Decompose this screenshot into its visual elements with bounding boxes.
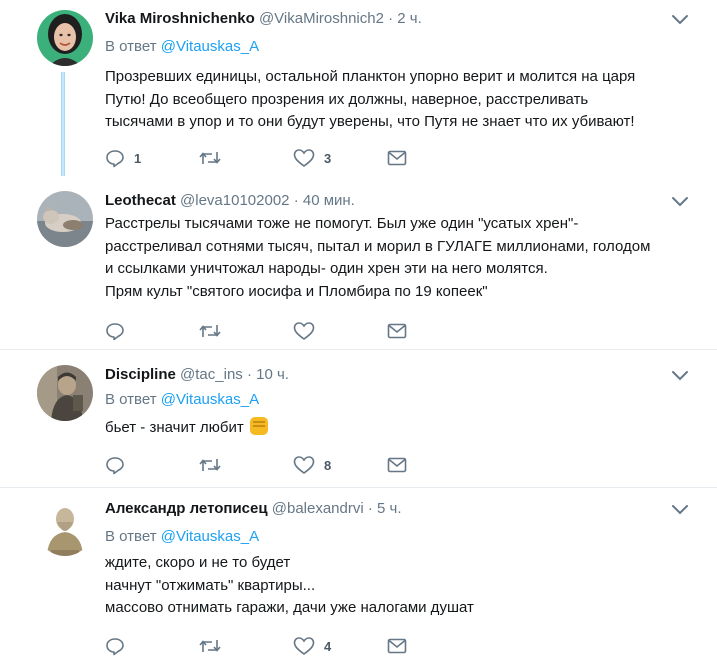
tweet[interactable]: Vika Miroshnichenko @VikaMiroshnich2 · 2… xyxy=(0,0,717,176)
direct-message-button[interactable] xyxy=(387,148,407,168)
envelope-icon xyxy=(387,323,407,339)
reply-prefix: В ответ xyxy=(105,391,157,408)
tweet-text: Прозревших единицы, остальной планктон у… xyxy=(105,66,635,134)
separator-dot: · xyxy=(388,10,394,27)
tweet-header: Александр летописец @balexandrvi · 5 ч. xyxy=(105,499,402,519)
tweet-actions xyxy=(105,321,425,341)
like-count: 3 xyxy=(324,150,332,166)
timestamp[interactable]: 2 ч. xyxy=(397,10,422,27)
username[interactable]: @balexandrvi xyxy=(272,500,364,517)
tweet-text-line: тысячами в упор и то они будут уверены, … xyxy=(105,113,635,130)
tweet-text: ждите, скоро и не то будет начнут "отжим… xyxy=(105,552,474,620)
retweet-button[interactable] xyxy=(199,455,230,475)
thread-line xyxy=(61,72,65,176)
retweet-button[interactable] xyxy=(199,148,230,168)
reply-mention-link[interactable]: @Vitauskas_A xyxy=(161,528,259,545)
reply-mention-link[interactable]: @Vitauskas_A xyxy=(161,38,259,55)
reply-button[interactable] xyxy=(105,636,134,656)
retweet-icon xyxy=(199,325,221,337)
tweet-header: Vika Miroshnichenko @VikaMiroshnich2 · 2… xyxy=(105,9,422,29)
fist-emoji-icon xyxy=(249,417,268,435)
username[interactable]: @tac_ins xyxy=(180,366,243,383)
like-button[interactable]: 8 xyxy=(293,455,331,475)
tweet-actions: 8 xyxy=(105,455,425,475)
like-count: 8 xyxy=(324,457,332,473)
reply-context: В ответ @Vitauskas_A xyxy=(105,390,259,410)
timestamp[interactable]: 40 мин. xyxy=(303,192,355,209)
display-name[interactable]: Vika Miroshnichenko xyxy=(105,10,255,27)
reply-mention-link[interactable]: @Vitauskas_A xyxy=(161,391,259,408)
separator-dot: · xyxy=(293,192,299,209)
retweet-icon xyxy=(199,152,221,164)
reply-button[interactable]: 1 xyxy=(105,148,141,168)
reply-count: 1 xyxy=(134,150,142,166)
separator-dot: · xyxy=(367,500,373,517)
display-name[interactable]: Discipline xyxy=(105,366,176,383)
retweet-button[interactable] xyxy=(199,321,230,341)
heart-icon xyxy=(293,456,315,474)
display-name[interactable]: Александр летописец xyxy=(105,500,268,517)
like-button[interactable] xyxy=(293,321,324,341)
display-name[interactable]: Leothecat xyxy=(105,192,176,209)
tweet-text-line: расстреливал сотнями тысяч, пытал и мори… xyxy=(105,237,651,255)
tweet-actions: 1 3 xyxy=(105,148,425,168)
tweet[interactable]: Leothecat @leva10102002 · 40 мин. Расстр… xyxy=(0,176,717,348)
direct-message-button[interactable] xyxy=(387,321,407,341)
username[interactable]: @leva10102002 xyxy=(180,192,289,209)
tweet-text: бьет - значит любит xyxy=(105,417,268,440)
reply-prefix: В ответ xyxy=(105,38,157,55)
reply-button[interactable] xyxy=(105,321,134,341)
reply-icon xyxy=(106,323,124,341)
tweet-text-line: Расстрелы тысячами тоже не помогут. Был … xyxy=(105,215,579,232)
tweet-text-line: Прям культ "святого иосифа и Пломбира по… xyxy=(105,282,488,300)
timestamp[interactable]: 10 ч. xyxy=(256,366,289,383)
envelope-icon xyxy=(387,150,407,166)
like-count: 4 xyxy=(324,638,332,654)
retweet-icon xyxy=(199,640,221,652)
reply-context: В ответ @Vitauskas_A xyxy=(105,527,259,547)
like-button[interactable]: 3 xyxy=(293,148,331,168)
reply-context: В ответ @Vitauskas_A xyxy=(105,37,259,57)
reply-button[interactable] xyxy=(105,455,134,475)
avatar[interactable] xyxy=(37,10,93,66)
avatar[interactable] xyxy=(37,191,93,247)
reply-icon xyxy=(106,150,124,168)
tweet-header: Discipline @tac_ins · 10 ч. xyxy=(105,365,289,385)
envelope-icon xyxy=(387,457,407,473)
retweet-icon xyxy=(199,459,221,471)
tweet-text-line: и ссылками уничтожал народы- один хрен э… xyxy=(105,260,548,277)
tweet-actions: 4 xyxy=(105,636,425,656)
retweet-button[interactable] xyxy=(199,636,230,656)
timestamp[interactable]: 5 ч. xyxy=(377,500,402,517)
tweet-text-line: начнут "отжимать" квартиры... xyxy=(105,576,316,594)
heart-icon xyxy=(293,322,315,340)
avatar[interactable] xyxy=(37,500,93,556)
chevron-down-icon[interactable] xyxy=(671,370,689,382)
direct-message-button[interactable] xyxy=(387,636,407,656)
tweet-text-line: Путю! До всеобщего прозрения их должны, … xyxy=(105,90,589,108)
like-button[interactable]: 4 xyxy=(293,636,331,656)
tweet[interactable]: Discipline @tac_ins · 10 ч. В ответ @Vit… xyxy=(0,350,717,487)
tweet-text-line: массово отнимать гаражи, дачи уже налога… xyxy=(105,599,474,616)
tweet[interactable]: Александр летописец @balexandrvi · 5 ч. … xyxy=(0,488,717,661)
reply-icon xyxy=(106,457,124,475)
username[interactable]: @VikaMiroshnich2 xyxy=(259,10,384,27)
tweet-text: Расстрелы тысячами тоже не помогут. Был … xyxy=(105,213,650,303)
envelope-icon xyxy=(387,638,407,654)
reply-prefix: В ответ xyxy=(105,528,157,545)
tweet-text-line: Прозревших единицы, остальной планктон у… xyxy=(105,68,636,85)
tweet-text-line: бьет - значит любит xyxy=(105,419,244,436)
tweet-text-line: ждите, скоро и не то будет xyxy=(105,554,291,571)
reply-icon xyxy=(106,638,124,656)
direct-message-button[interactable] xyxy=(387,455,407,475)
chevron-down-icon[interactable] xyxy=(671,504,689,516)
avatar[interactable] xyxy=(37,365,93,421)
heart-icon xyxy=(293,149,315,167)
separator-dot: · xyxy=(246,366,252,383)
chevron-down-icon[interactable] xyxy=(671,14,689,26)
tweet-header: Leothecat @leva10102002 · 40 мин. xyxy=(105,191,355,211)
heart-icon xyxy=(293,637,315,655)
chevron-down-icon[interactable] xyxy=(671,196,689,208)
